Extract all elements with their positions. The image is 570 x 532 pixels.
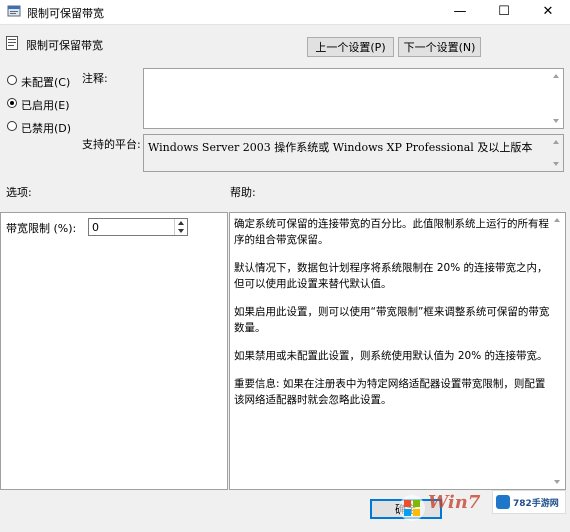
window-title: 限制可保留带宽 xyxy=(27,7,104,20)
spin-down-icon[interactable] xyxy=(178,229,184,233)
scroll-down-icon[interactable] xyxy=(553,119,559,123)
scroll-down-icon[interactable] xyxy=(553,162,559,166)
bandwidth-limit-spinbox[interactable]: 0 xyxy=(88,218,188,236)
minimize-button[interactable]: — xyxy=(438,0,482,24)
title-bar: 限制可保留带宽 — ☐ ✕ xyxy=(0,0,570,25)
radio-not-configured-label: 未配置(C) xyxy=(21,76,71,89)
bandwidth-limit-value[interactable]: 0 xyxy=(92,221,99,234)
help-paragraph: 重要信息: 如果在注册表中为特定网络适配器设置带宽限制，则配置该网络适配器时就会… xyxy=(234,378,546,406)
close-icon: ✕ xyxy=(542,4,554,19)
scroll-up-icon[interactable] xyxy=(553,140,559,144)
site-logo-icon xyxy=(496,495,510,509)
maximize-icon: ☐ xyxy=(498,4,510,19)
help-paragraph: 如果启用此设置，则可以使用“带宽限制”框来调整系统可保留的带宽数量。 xyxy=(234,306,550,334)
win7-watermark-text: Win7 xyxy=(428,492,481,513)
setting-icon xyxy=(6,36,18,50)
previous-setting-button[interactable]: 上一个设置(P) xyxy=(307,37,394,57)
scroll-up-icon[interactable] xyxy=(554,218,560,222)
policy-window-icon xyxy=(7,5,21,17)
platform-value: Windows Server 2003 操作系统或 Windows XP Pro… xyxy=(148,141,533,154)
next-setting-button[interactable]: 下一个设置(N) xyxy=(398,37,481,57)
help-paragraph: 如果禁用或未配置此设置，则系统使用默认值为 20% 的连接带宽。 xyxy=(234,350,548,362)
scroll-up-icon[interactable] xyxy=(553,74,559,78)
help-section-label: 帮助: xyxy=(230,186,256,199)
comment-scrollbar[interactable] xyxy=(550,69,563,128)
spin-up-icon[interactable] xyxy=(178,221,184,225)
bandwidth-limit-label: 带宽限制 (%): xyxy=(6,222,77,235)
scroll-down-icon[interactable] xyxy=(554,480,560,484)
radio-disabled-label: 已禁用(D) xyxy=(21,122,72,135)
close-button[interactable]: ✕ xyxy=(526,0,570,24)
spinner-arrows[interactable] xyxy=(174,219,187,235)
platform-scrollbar[interactable] xyxy=(550,135,563,171)
radio-enabled-circle[interactable] xyxy=(7,98,17,108)
options-section-label: 选项: xyxy=(6,186,32,199)
help-paragraph: 确定系统可保留的连接带宽的百分比。此值限制系统上运行的所有程序的组合带宽保留。 xyxy=(234,218,549,246)
setting-title: 限制可保留带宽 xyxy=(26,39,103,52)
help-scrollbar[interactable] xyxy=(551,213,565,489)
comment-textarea[interactable] xyxy=(143,68,564,129)
site-watermark: 782手游网 xyxy=(492,490,566,514)
platform-field: Windows Server 2003 操作系统或 Windows XP Pro… xyxy=(143,134,564,172)
radio-not-configured-circle[interactable] xyxy=(7,75,17,85)
help-text: 确定系统可保留的连接带宽的百分比。此值限制系统上运行的所有程序的组合带宽保留。 … xyxy=(234,216,554,420)
maximize-button[interactable]: ☐ xyxy=(482,0,526,24)
site-watermark-text: 782手游网 xyxy=(513,499,559,509)
radio-enabled-label: 已启用(E) xyxy=(21,99,70,112)
help-panel: 确定系统可保留的连接带宽的百分比。此值限制系统上运行的所有程序的组合带宽保留。 … xyxy=(229,212,566,490)
radio-disabled-circle[interactable] xyxy=(7,121,17,131)
minimize-icon: — xyxy=(453,4,467,19)
help-paragraph: 默认情况下，数据包计划程序将系统限制在 20% 的连接带宽之内，但可以使用此设置… xyxy=(234,262,548,290)
options-panel: 带宽限制 (%): 0 xyxy=(0,212,228,490)
platform-label: 支持的平台: xyxy=(82,138,141,151)
win7-watermark-logo: Win7 xyxy=(384,486,484,526)
comment-label: 注释: xyxy=(82,72,108,85)
